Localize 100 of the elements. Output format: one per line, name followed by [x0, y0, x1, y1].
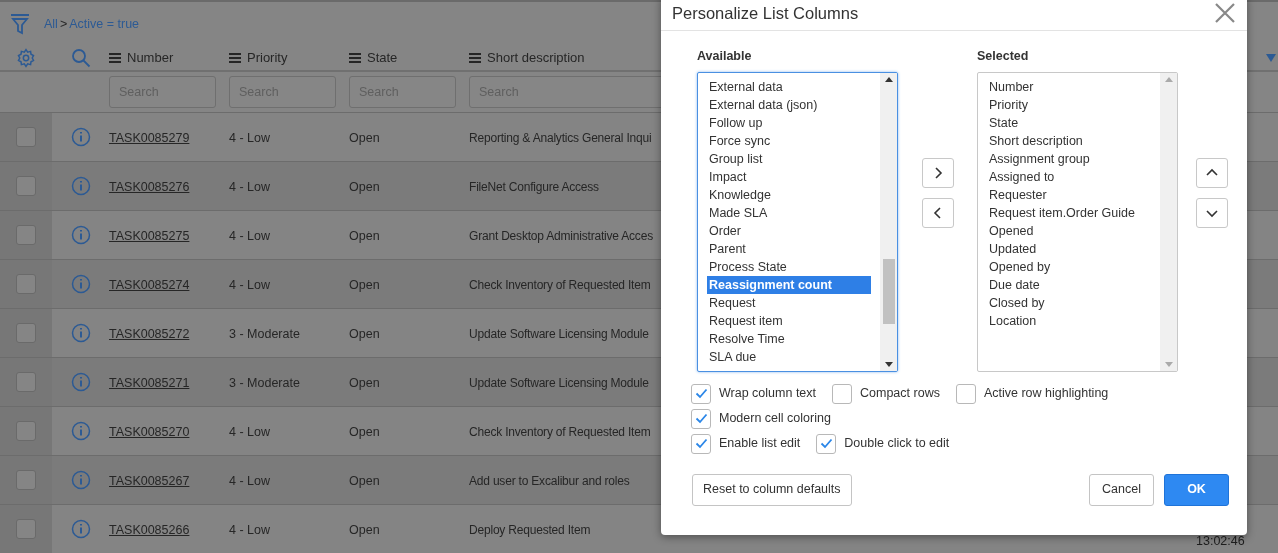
task-number-link[interactable]: TASK0085270 [109, 425, 190, 439]
info-icon[interactable] [70, 127, 91, 147]
task-number-link[interactable]: TASK0085271 [109, 376, 190, 390]
state-cell: Open [349, 229, 380, 243]
scrollbar[interactable] [1160, 72, 1177, 371]
row-checkbox[interactable] [16, 176, 36, 196]
info-icon[interactable] [70, 421, 91, 441]
list-option[interactable]: Opened by [987, 257, 1151, 276]
info-icon[interactable] [70, 274, 91, 294]
description-cell: Grant Desktop Administrative Acces [469, 229, 653, 243]
scroll-down-icon [884, 361, 893, 367]
filter-icon[interactable] [10, 13, 30, 35]
option-label: Active row highlighting [983, 385, 1109, 403]
column-header[interactable]: State [367, 48, 398, 68]
list-option[interactable]: Order [707, 221, 871, 240]
list-option[interactable]: State [987, 113, 1151, 132]
row-checkbox[interactable] [16, 127, 36, 147]
list-option[interactable]: Impact [707, 167, 871, 186]
list-option[interactable]: Assigned to [987, 167, 1151, 186]
list-option[interactable]: Opened [987, 221, 1151, 240]
info-icon[interactable] [70, 372, 91, 392]
ok-button[interactable]: OK [1164, 473, 1229, 506]
row-checkbox[interactable] [16, 421, 36, 441]
reset-button[interactable]: Reset to column defaults [692, 473, 852, 506]
menu-icon[interactable] [469, 53, 481, 63]
list-option[interactable]: Request item.Order Guide [987, 203, 1151, 222]
settings-icon[interactable] [16, 48, 36, 68]
add-button[interactable] [921, 158, 954, 188]
checkbox[interactable] [816, 433, 837, 454]
task-number-link[interactable]: TASK0085279 [109, 131, 190, 145]
priority-cell: 4 - Low [229, 180, 270, 194]
task-number-link[interactable]: TASK0085276 [109, 180, 190, 194]
list-option[interactable]: Short description [987, 131, 1151, 150]
list-option[interactable]: Reassignment count [707, 275, 871, 294]
row-checkbox[interactable] [16, 470, 36, 490]
menu-icon[interactable] [109, 53, 121, 63]
scrollbar[interactable] [880, 72, 897, 371]
list-option[interactable]: Knowledge [707, 185, 871, 204]
checkbox[interactable] [691, 383, 711, 404]
checkbox[interactable] [691, 433, 711, 454]
list-option[interactable]: Process State [707, 257, 871, 276]
state-cell: Open [349, 327, 380, 341]
checkbox[interactable] [955, 383, 976, 404]
task-number-link[interactable]: TASK0085266 [109, 523, 190, 537]
description-cell: FileNet Configure Access [469, 180, 599, 194]
list-option[interactable]: Number [987, 77, 1151, 96]
row-checkbox[interactable] [16, 323, 36, 343]
option-label: Compact rows [860, 385, 940, 403]
priority-cell: 3 - Moderate [229, 376, 300, 390]
task-number-link[interactable]: TASK0085274 [109, 278, 190, 292]
priority-cell: 4 - Low [229, 425, 270, 439]
list-option[interactable]: Updated [987, 239, 1151, 258]
list-option[interactable]: Made SLA [707, 203, 871, 222]
priority-cell: 4 - Low [229, 523, 270, 537]
list-option[interactable]: Resolve Time [707, 329, 871, 348]
info-icon[interactable] [70, 323, 91, 343]
task-number-link[interactable]: TASK0085275 [109, 229, 190, 243]
listbox[interactable]: External data External data (json) Follow up Force sync Group list Impact Knowledge Made SLA Order Parent Process State Reassignment count Request Request item Resolve Time SLA due [697, 71, 898, 372]
info-icon[interactable] [70, 176, 91, 196]
description-cell: Add user to Excalibur and roles [469, 474, 630, 488]
breadcrumb-separator: > [59, 15, 68, 33]
task-number-link[interactable]: TASK0085267 [109, 474, 190, 488]
list-option[interactable]: Priority [987, 95, 1151, 114]
checkbox[interactable] [832, 383, 853, 404]
column-header[interactable]: Number [127, 48, 174, 68]
listbox[interactable]: Number Priority State Short description Assignment group Assigned to Requester Request item.Order Guide Opened Updated Opened by Due date Closed by Location [977, 71, 1178, 372]
cancel-button[interactable]: Cancel [1089, 473, 1154, 506]
list-option[interactable]: Parent [707, 239, 871, 258]
menu-icon[interactable] [349, 53, 361, 63]
list-option[interactable]: Due date [987, 275, 1151, 294]
info-icon[interactable] [70, 470, 91, 490]
row-checkbox[interactable] [16, 519, 36, 539]
list-option[interactable]: Request [707, 293, 871, 312]
row-checkbox[interactable] [16, 372, 36, 392]
column-header[interactable]: Short description [487, 48, 585, 68]
list-option[interactable]: Assignment group [987, 149, 1151, 168]
list-option[interactable]: Location [987, 311, 1151, 330]
list-option[interactable]: SLA due [707, 347, 871, 366]
row-checkbox[interactable] [16, 225, 36, 245]
info-icon[interactable] [70, 519, 91, 539]
move-up-button[interactable] [1196, 158, 1228, 188]
list-option[interactable]: Force sync [707, 131, 871, 150]
check-icon [694, 438, 708, 450]
remove-button[interactable] [921, 198, 954, 228]
move-down-button[interactable] [1196, 198, 1228, 228]
search-icon[interactable] [70, 48, 91, 68]
checkbox[interactable] [691, 408, 711, 429]
info-icon[interactable] [70, 225, 91, 245]
close-icon[interactable] [1215, 3, 1235, 23]
task-number-link[interactable]: TASK0085272 [109, 327, 190, 341]
row-checkbox[interactable] [16, 274, 36, 294]
list-option[interactable]: Closed by [987, 293, 1151, 312]
list-option[interactable]: Follow up [707, 113, 871, 132]
list-option[interactable]: Group list [707, 149, 871, 168]
column-header[interactable]: Priority [247, 48, 288, 68]
scrollbar-thumb[interactable] [882, 259, 895, 325]
list-option[interactable]: Requester [987, 185, 1151, 204]
menu-icon[interactable] [229, 53, 241, 63]
list-option[interactable]: Request item [707, 311, 871, 330]
dropdown-caret-icon[interactable] [1266, 54, 1276, 62]
